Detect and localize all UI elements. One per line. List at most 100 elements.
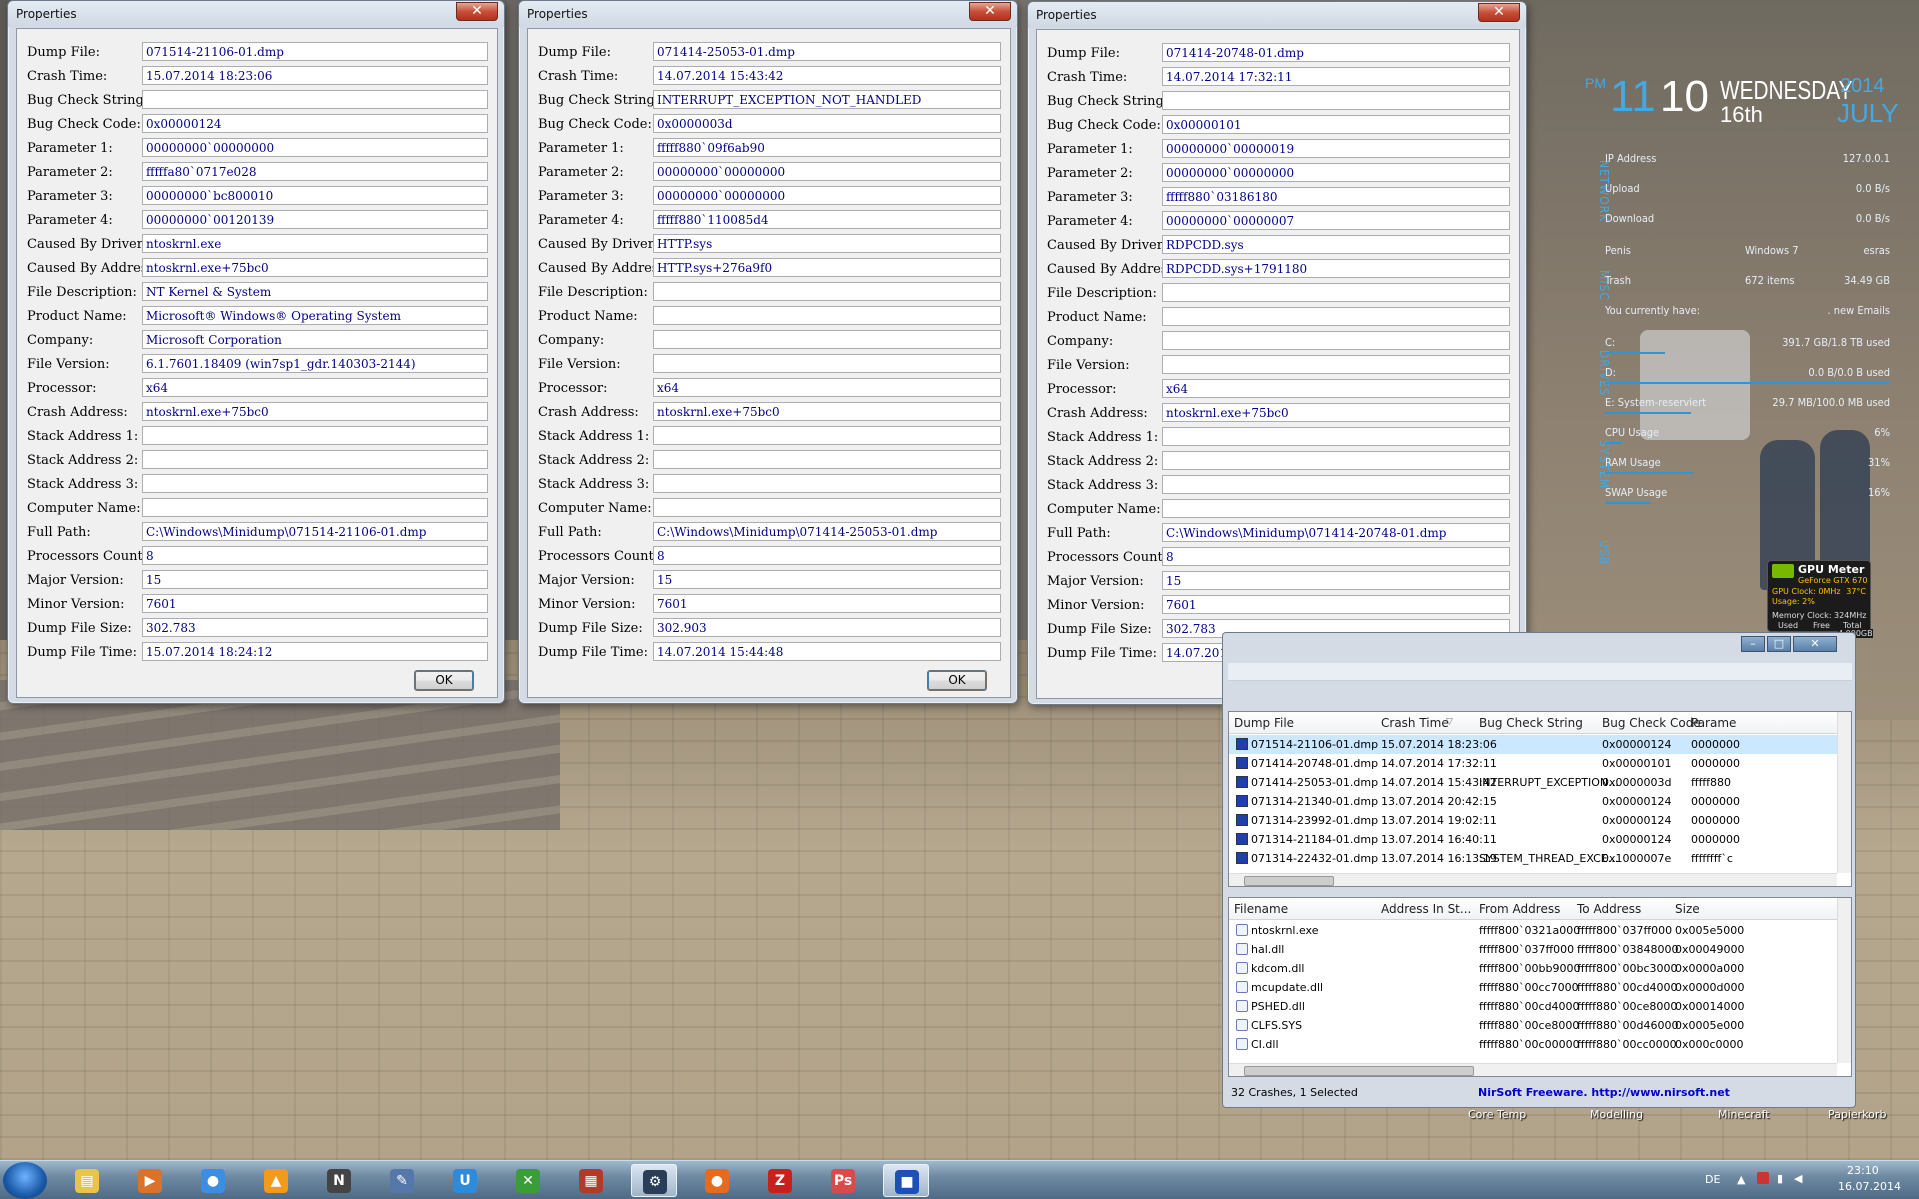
- property-value-field[interactable]: 14.07.2014 15:44:48: [653, 642, 1001, 661]
- property-value-field[interactable]: NT Kernel & System: [142, 282, 488, 301]
- property-value-field[interactable]: 00000000`00000000: [1162, 163, 1510, 182]
- property-value-field[interactable]: 15: [142, 570, 488, 589]
- crash-list-row[interactable]: 071314-23992-01.dmp 13.07.2014 19:02:11 0x…: [1229, 811, 1851, 830]
- property-value-field[interactable]: ntoskrnl.exe+75bc0: [142, 402, 488, 421]
- crash-list-row[interactable]: 071414-20748-01.dmp 14.07.2014 17:32:11 0x…: [1229, 754, 1851, 773]
- property-value-field[interactable]: [1162, 91, 1510, 110]
- property-value-field[interactable]: [1162, 427, 1510, 446]
- crash-list-row[interactable]: 071514-21106-01.dmp 15.07.2014 18:23:06 0x…: [1229, 735, 1851, 754]
- property-value-field[interactable]: 7601: [1162, 595, 1510, 614]
- steam-taskbar-button[interactable]: ⚙: [631, 1164, 677, 1197]
- close-icon[interactable]: ✕: [456, 2, 498, 21]
- property-value-field[interactable]: 0x00000124: [142, 114, 488, 133]
- explorer-taskbar-button[interactable]: ▤: [64, 1164, 110, 1197]
- property-value-field[interactable]: [653, 426, 1001, 445]
- chrome-taskbar-button[interactable]: ●: [190, 1164, 236, 1197]
- property-value-field[interactable]: 071514-21106-01.dmp: [142, 42, 488, 61]
- property-value-field[interactable]: [653, 474, 1001, 493]
- property-value-field[interactable]: fffff880`03186180: [1162, 187, 1510, 206]
- close-icon[interactable]: ✕: [969, 2, 1011, 21]
- property-value-field[interactable]: [142, 426, 488, 445]
- property-value-field[interactable]: 7601: [142, 594, 488, 613]
- module-list-row[interactable]: hal.dll fffff800`037ff000 fffff800`0384800…: [1229, 940, 1851, 959]
- language-indicator[interactable]: DE: [1705, 1173, 1720, 1186]
- col-parameter[interactable]: Parame: [1691, 716, 1736, 730]
- desktop-icon-modelling[interactable]: Modelling: [1590, 1108, 1643, 1121]
- property-value-field[interactable]: 8: [142, 546, 488, 565]
- minimize-button[interactable]: –: [1741, 636, 1765, 652]
- property-value-field[interactable]: [653, 306, 1001, 325]
- property-value-field[interactable]: C:\Windows\Minidump\071414-20748-01.dmp: [1162, 523, 1510, 542]
- col-bug-check-string[interactable]: Bug Check String: [1479, 716, 1583, 730]
- crash-list-vscroll[interactable]: [1837, 712, 1851, 873]
- property-value-field[interactable]: ntoskrnl.exe: [142, 234, 488, 253]
- module-list-row[interactable]: kdcom.dll fffff800`00bb9000 fffff800`00bc3…: [1229, 959, 1851, 978]
- tray-volume-icon[interactable]: ◀: [1794, 1172, 1802, 1185]
- crash-list-row[interactable]: 071314-21340-01.dmp 13.07.2014 20:42:15 0x…: [1229, 792, 1851, 811]
- property-value-field[interactable]: 00000000`00000000: [653, 186, 1001, 205]
- nirsoft-link[interactable]: NirSoft Freeware. http://www.nirsoft.net: [1478, 1086, 1730, 1099]
- property-value-field[interactable]: Microsoft® Windows® Operating System: [142, 306, 488, 325]
- property-value-field[interactable]: [653, 450, 1001, 469]
- property-value-field[interactable]: 00000000`00000007: [1162, 211, 1510, 230]
- properties-dialog[interactable]: Properties ✕ Dump File: 071414-25053-01.dmp…: [518, 0, 1018, 704]
- tray-network-icon[interactable]: ▮: [1777, 1172, 1783, 1185]
- property-value-field[interactable]: [1162, 307, 1510, 326]
- properties-dialog[interactable]: Properties ✕ Dump File: 071414-20748-01.dmp…: [1027, 1, 1527, 705]
- module-list-row[interactable]: CLFS.SYS fffff880`00ce8000 fffff880`00d460…: [1229, 1016, 1851, 1035]
- property-value-field[interactable]: [142, 474, 488, 493]
- crash-list-row[interactable]: 071314-21184-01.dmp 13.07.2014 16:40:11 0x…: [1229, 830, 1851, 849]
- property-value-field[interactable]: 7601: [653, 594, 1001, 613]
- property-value-field[interactable]: 00000000`bc800010: [142, 186, 488, 205]
- filezilla-taskbar-button[interactable]: Z: [757, 1164, 803, 1197]
- property-value-field[interactable]: ntoskrnl.exe+75bc0: [653, 402, 1001, 421]
- maximize-button[interactable]: □: [1767, 636, 1791, 652]
- property-value-field[interactable]: 8: [653, 546, 1001, 565]
- module-list-row[interactable]: mcupdate.dll fffff880`00cc7000 fffff880`00…: [1229, 978, 1851, 997]
- property-value-field[interactable]: ntoskrnl.exe+75bc0: [1162, 403, 1510, 422]
- col-to-address[interactable]: To Address: [1577, 902, 1641, 916]
- property-value-field[interactable]: [1162, 475, 1510, 494]
- media-player-taskbar-button[interactable]: ▶: [127, 1164, 173, 1197]
- property-value-field[interactable]: [653, 354, 1001, 373]
- property-value-field[interactable]: HTTP.sys+276a9f0: [653, 258, 1001, 277]
- snipping-taskbar-button[interactable]: ✎: [379, 1164, 425, 1197]
- col-bug-check-code[interactable]: Bug Check Code: [1602, 716, 1701, 730]
- desktop-icon-core-temp[interactable]: Core Temp: [1468, 1108, 1526, 1121]
- crash-list-row[interactable]: 071314-22432-01.dmp 13.07.2014 16:13:19 SY…: [1229, 849, 1851, 868]
- winrar-taskbar-button[interactable]: ▦: [568, 1164, 614, 1197]
- property-value-field[interactable]: 14.07.2014 15:43:42: [653, 66, 1001, 85]
- property-value-field[interactable]: [1162, 451, 1510, 470]
- property-value-field[interactable]: 00000000`00000000: [653, 162, 1001, 181]
- xbox-taskbar-button[interactable]: ✕: [505, 1164, 551, 1197]
- bluescreenview-taskbar-button[interactable]: ■: [883, 1164, 929, 1197]
- property-value-field[interactable]: 302.783: [142, 618, 488, 637]
- desktop-icon-minecraft[interactable]: Minecraft: [1718, 1108, 1770, 1121]
- col-crash-time[interactable]: Crash Time: [1381, 716, 1449, 730]
- crash-list-hscroll[interactable]: [1229, 873, 1837, 886]
- property-value-field[interactable]: 00000000`00120139: [142, 210, 488, 229]
- property-value-field[interactable]: C:\Windows\Minidump\071414-25053-01.dmp: [653, 522, 1001, 541]
- property-value-field[interactable]: 071414-25053-01.dmp: [653, 42, 1001, 61]
- tray-flag-icon[interactable]: [1757, 1172, 1769, 1184]
- property-value-field[interactable]: x64: [1162, 379, 1510, 398]
- property-value-field[interactable]: fffff880`09f6ab90: [653, 138, 1001, 157]
- scroll-thumb[interactable]: [1244, 1066, 1474, 1076]
- notepad-taskbar-button[interactable]: N: [316, 1164, 362, 1197]
- module-list-row[interactable]: CI.dll fffff880`00c00000 fffff880`00cc0000…: [1229, 1035, 1851, 1054]
- property-value-field[interactable]: x64: [142, 378, 488, 397]
- col-address-in-stack[interactable]: Address In St...: [1381, 902, 1471, 916]
- property-value-field[interactable]: INTERRUPT_EXCEPTION_NOT_HANDLED: [653, 90, 1001, 109]
- property-value-field[interactable]: fffffa80`0717e028: [142, 162, 488, 181]
- property-value-field[interactable]: 0x0000003d: [653, 114, 1001, 133]
- property-value-field[interactable]: 302.903: [653, 618, 1001, 637]
- property-value-field[interactable]: [1162, 331, 1510, 350]
- property-value-field[interactable]: Microsoft Corporation: [142, 330, 488, 349]
- property-value-field[interactable]: RDPCDD.sys: [1162, 235, 1510, 254]
- origin-taskbar-button[interactable]: ●: [694, 1164, 740, 1197]
- property-value-field[interactable]: 00000000`00000019: [1162, 139, 1510, 158]
- property-value-field[interactable]: [1162, 499, 1510, 518]
- col-from-address[interactable]: From Address: [1479, 902, 1560, 916]
- module-list-row[interactable]: ntoskrnl.exe fffff800`0321a000 fffff800`03…: [1229, 921, 1851, 940]
- property-value-field[interactable]: [653, 282, 1001, 301]
